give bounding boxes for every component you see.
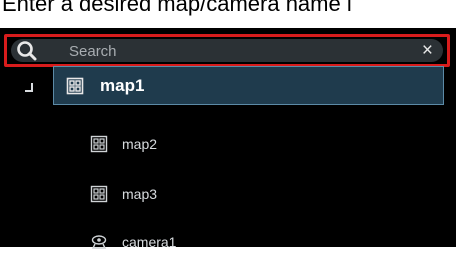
instruction-caption: Enter a desired map/camera name i bbox=[2, 0, 352, 16]
tree-item-label: map2 bbox=[122, 136, 158, 152]
search-bar: × bbox=[11, 39, 443, 62]
tree-item-label: map1 bbox=[100, 75, 145, 95]
tree-item-label: map3 bbox=[122, 186, 158, 202]
map-icon bbox=[90, 135, 108, 153]
tree-item-camera1[interactable]: camera1 bbox=[90, 224, 176, 260]
clear-icon[interactable]: × bbox=[422, 39, 433, 62]
tree-item-map3[interactable]: map3 bbox=[90, 176, 157, 212]
tree-item-label: camera1 bbox=[122, 234, 177, 250]
map-camera-panel: × map1 map2 map bbox=[0, 28, 456, 250]
search-icon bbox=[17, 41, 37, 61]
map-icon bbox=[66, 77, 84, 94]
search-input[interactable] bbox=[69, 41, 389, 61]
camera-icon bbox=[91, 235, 107, 249]
tree-item-map1[interactable]: map1 bbox=[53, 66, 444, 105]
search-highlight-frame: × bbox=[4, 34, 450, 67]
map-icon bbox=[90, 185, 108, 203]
tree-item-map2[interactable]: map2 bbox=[90, 126, 157, 162]
collapse-toggle-icon[interactable] bbox=[22, 81, 36, 95]
